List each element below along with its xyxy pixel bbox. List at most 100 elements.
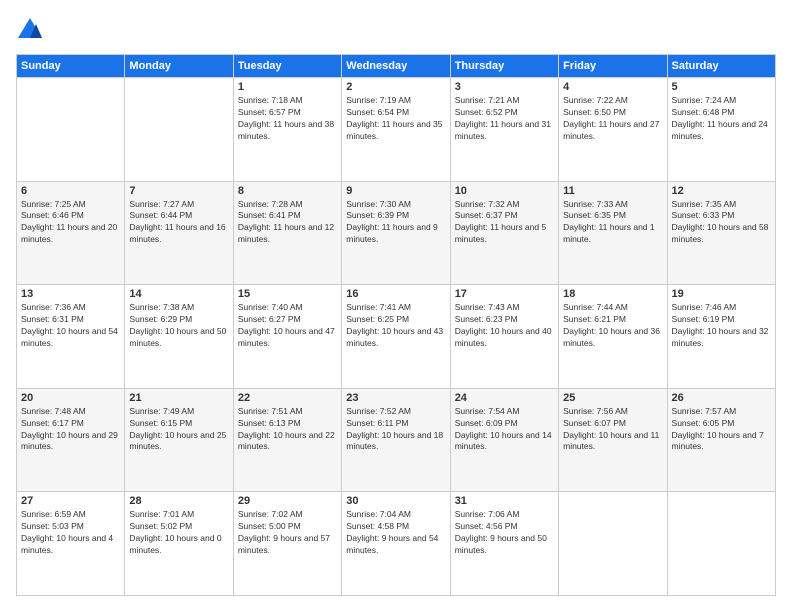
day-number: 3	[455, 81, 554, 93]
calendar-cell: 26 Sunrise: 7:57 AM Sunset: 6:05 PM Dayli…	[667, 388, 775, 492]
calendar-cell: 1 Sunrise: 7:18 AM Sunset: 6:57 PM Daylig…	[233, 78, 341, 182]
day-info: Sunrise: 7:54 AM Sunset: 6:09 PM Dayligh…	[455, 406, 554, 454]
calendar-cell: 20 Sunrise: 7:48 AM Sunset: 6:17 PM Dayli…	[17, 388, 125, 492]
weekday-header-row: SundayMondayTuesdayWednesdayThursdayFrid…	[17, 55, 776, 78]
calendar-cell: 7 Sunrise: 7:27 AM Sunset: 6:44 PM Daylig…	[125, 181, 233, 285]
day-number: 21	[129, 392, 228, 404]
calendar-cell: 25Sunrise: 7:56 AM Sunset: 6:07 PM Dayli…	[559, 388, 667, 492]
day-info: Sunrise: 7:04 AM Sunset: 4:58 PM Dayligh…	[346, 509, 445, 557]
day-info: Sunrise: 7:18 AM Sunset: 6:57 PM Dayligh…	[238, 95, 337, 143]
calendar-cell: 13 Sunrise: 7:36 AM Sunset: 6:31 PM Dayli…	[17, 285, 125, 389]
day-number: 12	[672, 185, 771, 197]
weekday-wednesday: Wednesday	[342, 55, 450, 78]
day-number: 7	[129, 185, 228, 197]
week-row-5: 27 Sunrise: 6:59 AM Sunset: 5:03 PM Dayli…	[17, 492, 776, 596]
day-number: 5	[672, 81, 771, 93]
calendar-cell	[667, 492, 775, 596]
calendar-cell: 6 Sunrise: 7:25 AM Sunset: 6:46 PM Daylig…	[17, 181, 125, 285]
day-number: 6	[21, 185, 120, 197]
day-info: Sunrise: 7:57 AM Sunset: 6:05 PM Dayligh…	[672, 406, 771, 454]
week-row-4: 20 Sunrise: 7:48 AM Sunset: 6:17 PM Dayli…	[17, 388, 776, 492]
day-info: Sunrise: 7:33 AM Sunset: 6:35 PM Dayligh…	[563, 199, 662, 247]
day-info: Sunrise: 7:44 AM Sunset: 6:21 PM Dayligh…	[563, 302, 662, 350]
day-info: Sunrise: 7:43 AM Sunset: 6:23 PM Dayligh…	[455, 302, 554, 350]
week-row-2: 6 Sunrise: 7:25 AM Sunset: 6:46 PM Daylig…	[17, 181, 776, 285]
weekday-monday: Monday	[125, 55, 233, 78]
day-number: 22	[238, 392, 337, 404]
day-number: 8	[238, 185, 337, 197]
logo	[16, 16, 48, 44]
day-info: Sunrise: 7:40 AM Sunset: 6:27 PM Dayligh…	[238, 302, 337, 350]
day-number: 27	[21, 495, 120, 507]
header	[16, 16, 776, 44]
day-number: 10	[455, 185, 554, 197]
day-info: Sunrise: 7:24 AM Sunset: 6:48 PM Dayligh…	[672, 95, 771, 143]
day-info: Sunrise: 7:21 AM Sunset: 6:52 PM Dayligh…	[455, 95, 554, 143]
calendar-cell: 2Sunrise: 7:19 AM Sunset: 6:54 PM Daylig…	[342, 78, 450, 182]
calendar-cell: 8 Sunrise: 7:28 AM Sunset: 6:41 PM Daylig…	[233, 181, 341, 285]
weekday-sunday: Sunday	[17, 55, 125, 78]
day-info: Sunrise: 6:59 AM Sunset: 5:03 PM Dayligh…	[21, 509, 120, 557]
day-number: 24	[455, 392, 554, 404]
calendar-cell: 28Sunrise: 7:01 AM Sunset: 5:02 PM Dayli…	[125, 492, 233, 596]
day-number: 31	[455, 495, 554, 507]
calendar-cell: 4 Sunrise: 7:22 AM Sunset: 6:50 PM Daylig…	[559, 78, 667, 182]
calendar-cell: 19Sunrise: 7:46 AM Sunset: 6:19 PM Dayli…	[667, 285, 775, 389]
calendar-cell: 22 Sunrise: 7:51 AM Sunset: 6:13 PM Dayli…	[233, 388, 341, 492]
day-info: Sunrise: 7:56 AM Sunset: 6:07 PM Dayligh…	[563, 406, 662, 454]
day-info: Sunrise: 7:19 AM Sunset: 6:54 PM Dayligh…	[346, 95, 445, 143]
calendar-cell: 23 Sunrise: 7:52 AM Sunset: 6:11 PM Dayli…	[342, 388, 450, 492]
day-info: Sunrise: 7:22 AM Sunset: 6:50 PM Dayligh…	[563, 95, 662, 143]
day-number: 1	[238, 81, 337, 93]
weekday-thursday: Thursday	[450, 55, 558, 78]
calendar-cell: 15Sunrise: 7:40 AM Sunset: 6:27 PM Dayli…	[233, 285, 341, 389]
day-number: 30	[346, 495, 445, 507]
day-number: 16	[346, 288, 445, 300]
calendar-cell	[559, 492, 667, 596]
calendar-cell: 10 Sunrise: 7:32 AM Sunset: 6:37 PM Dayli…	[450, 181, 558, 285]
calendar-cell: 27 Sunrise: 6:59 AM Sunset: 5:03 PM Dayli…	[17, 492, 125, 596]
calendar-cell: 3 Sunrise: 7:21 AM Sunset: 6:52 PM Daylig…	[450, 78, 558, 182]
day-info: Sunrise: 7:01 AM Sunset: 5:02 PM Dayligh…	[129, 509, 228, 557]
calendar-cell: 5 Sunrise: 7:24 AM Sunset: 6:48 PM Daylig…	[667, 78, 775, 182]
day-info: Sunrise: 7:30 AM Sunset: 6:39 PM Dayligh…	[346, 199, 445, 247]
calendar-cell: 29 Sunrise: 7:02 AM Sunset: 5:00 PM Dayli…	[233, 492, 341, 596]
calendar-cell	[17, 78, 125, 182]
day-info: Sunrise: 7:28 AM Sunset: 6:41 PM Dayligh…	[238, 199, 337, 247]
day-info: Sunrise: 7:46 AM Sunset: 6:19 PM Dayligh…	[672, 302, 771, 350]
day-info: Sunrise: 7:32 AM Sunset: 6:37 PM Dayligh…	[455, 199, 554, 247]
day-info: Sunrise: 7:48 AM Sunset: 6:17 PM Dayligh…	[21, 406, 120, 454]
day-number: 26	[672, 392, 771, 404]
calendar-cell: 9 Sunrise: 7:30 AM Sunset: 6:39 PM Daylig…	[342, 181, 450, 285]
day-number: 9	[346, 185, 445, 197]
calendar-cell: 21Sunrise: 7:49 AM Sunset: 6:15 PM Dayli…	[125, 388, 233, 492]
day-number: 17	[455, 288, 554, 300]
day-number: 23	[346, 392, 445, 404]
calendar-cell: 30 Sunrise: 7:04 AM Sunset: 4:58 PM Dayli…	[342, 492, 450, 596]
day-info: Sunrise: 7:27 AM Sunset: 6:44 PM Dayligh…	[129, 199, 228, 247]
calendar-table: SundayMondayTuesdayWednesdayThursdayFrid…	[16, 54, 776, 596]
calendar-cell: 12 Sunrise: 7:35 AM Sunset: 6:33 PM Dayli…	[667, 181, 775, 285]
week-row-1: 1 Sunrise: 7:18 AM Sunset: 6:57 PM Daylig…	[17, 78, 776, 182]
day-info: Sunrise: 7:52 AM Sunset: 6:11 PM Dayligh…	[346, 406, 445, 454]
day-info: Sunrise: 7:38 AM Sunset: 6:29 PM Dayligh…	[129, 302, 228, 350]
calendar-cell: 31Sunrise: 7:06 AM Sunset: 4:56 PM Dayli…	[450, 492, 558, 596]
week-row-3: 13 Sunrise: 7:36 AM Sunset: 6:31 PM Dayli…	[17, 285, 776, 389]
day-number: 14	[129, 288, 228, 300]
day-info: Sunrise: 7:35 AM Sunset: 6:33 PM Dayligh…	[672, 199, 771, 247]
calendar-cell: 18Sunrise: 7:44 AM Sunset: 6:21 PM Dayli…	[559, 285, 667, 389]
calendar-cell	[125, 78, 233, 182]
logo-icon	[16, 16, 44, 44]
day-number: 29	[238, 495, 337, 507]
calendar-cell: 24 Sunrise: 7:54 AM Sunset: 6:09 PM Dayli…	[450, 388, 558, 492]
day-info: Sunrise: 7:25 AM Sunset: 6:46 PM Dayligh…	[21, 199, 120, 247]
day-number: 13	[21, 288, 120, 300]
day-info: Sunrise: 7:02 AM Sunset: 5:00 PM Dayligh…	[238, 509, 337, 557]
calendar-page: SundayMondayTuesdayWednesdayThursdayFrid…	[0, 0, 792, 612]
day-info: Sunrise: 7:51 AM Sunset: 6:13 PM Dayligh…	[238, 406, 337, 454]
weekday-tuesday: Tuesday	[233, 55, 341, 78]
day-info: Sunrise: 7:41 AM Sunset: 6:25 PM Dayligh…	[346, 302, 445, 350]
day-number: 20	[21, 392, 120, 404]
day-info: Sunrise: 7:36 AM Sunset: 6:31 PM Dayligh…	[21, 302, 120, 350]
day-number: 4	[563, 81, 662, 93]
